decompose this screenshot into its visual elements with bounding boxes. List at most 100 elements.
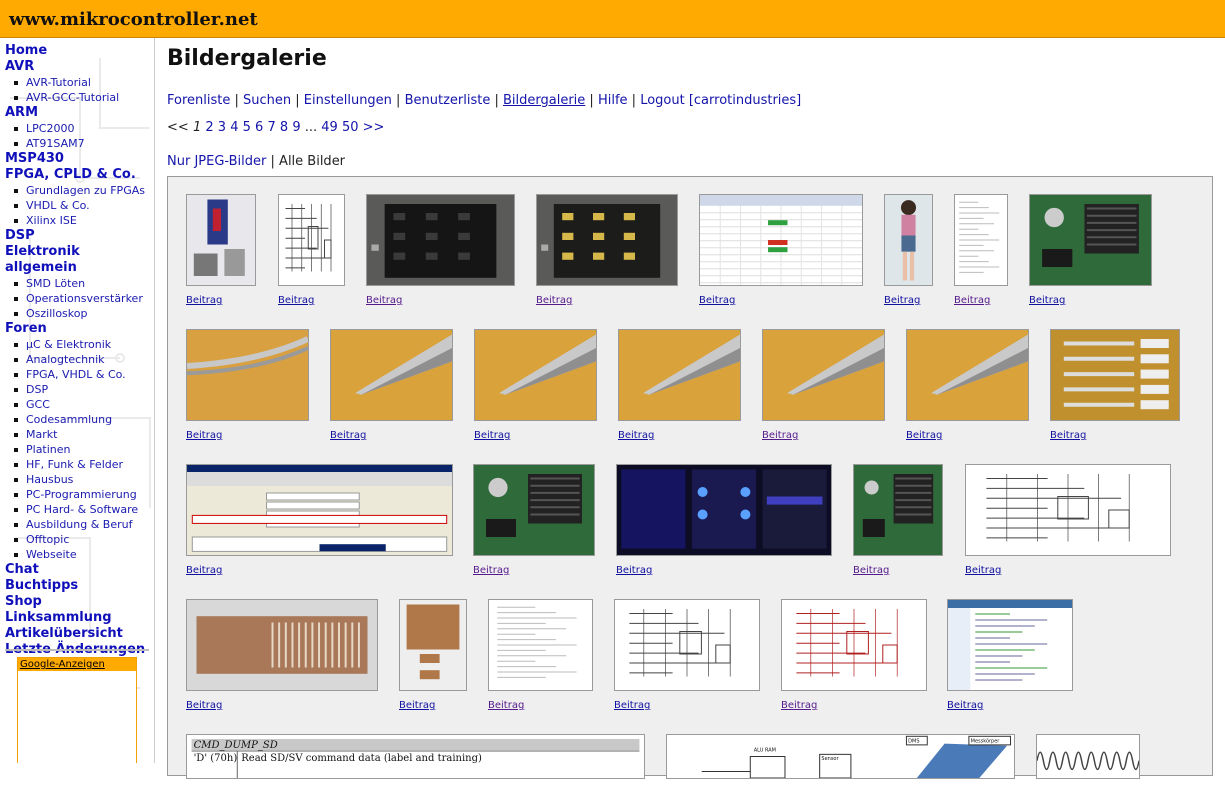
pager-page-link[interactable]: 7 <box>267 120 275 135</box>
gallery-thumbnail-tip[interactable] <box>762 329 885 421</box>
gallery-caption-link[interactable]: Beitrag <box>884 295 920 306</box>
nav-item-chat[interactable]: Chat <box>5 562 153 578</box>
gallery-caption-link[interactable]: Beitrag <box>954 295 990 306</box>
nav-subitem-xilinx-ise[interactable]: Xilinx ISE <box>5 213 153 228</box>
nav-item-msp430[interactable]: MSP430 <box>5 151 153 167</box>
nav-subitem-analogtechnik[interactable]: Analogtechnik <box>5 352 153 367</box>
gallery-thumbnail-board-green[interactable] <box>853 464 943 556</box>
gallery-thumbnail-board-green[interactable] <box>473 464 595 556</box>
nav-subitem-smd-löten[interactable]: SMD Löten <box>5 276 153 291</box>
pager-page-link[interactable]: 6 <box>255 120 263 135</box>
gallery-thumbnail-schematic[interactable] <box>278 194 345 286</box>
nav-item-fpga-cpld-co[interactable]: FPGA, CPLD & Co. <box>5 167 153 183</box>
nav-item-linksammlung[interactable]: Linksammlung <box>5 610 153 626</box>
gallery-thumbnail-photo-kit[interactable] <box>186 194 256 286</box>
nav-subitem-dsp[interactable]: DSP <box>5 382 153 397</box>
gallery-caption-link[interactable]: Beitrag <box>474 430 510 441</box>
gallery-thumbnail-tip[interactable] <box>474 329 597 421</box>
gallery-caption-link[interactable]: Beitrag <box>366 295 402 306</box>
gallery-caption-link[interactable]: Beitrag <box>473 565 509 576</box>
nav-subitem-vhdl-co[interactable]: VHDL & Co. <box>5 198 153 213</box>
nav-subitem-pc-programmierung[interactable]: PC-Programmierung <box>5 487 153 502</box>
pager-page-link[interactable]: 4 <box>230 120 238 135</box>
pager-page-link[interactable]: 5 <box>243 120 251 135</box>
gallery-thumbnail-pcb-copper[interactable] <box>399 599 467 691</box>
gallery-caption-link[interactable]: Beitrag <box>186 295 222 306</box>
forum-link-einstellungen[interactable]: Einstellungen <box>304 93 392 108</box>
gallery-thumbnail-tip[interactable] <box>906 329 1029 421</box>
pager-page-link[interactable]: 3 <box>218 120 226 135</box>
nav-subitem-at91sam7[interactable]: AT91SAM7 <box>5 136 153 151</box>
forum-link-logout-carrotindustries[interactable]: Logout [carrotindustries] <box>640 93 801 108</box>
nav-subitem-codesammlung[interactable]: Codesammlung <box>5 412 153 427</box>
gallery-thumbnail-waveform[interactable] <box>1036 734 1140 779</box>
site-title[interactable]: www.mikrocontroller.net <box>9 9 258 30</box>
gallery-caption-link[interactable]: Beitrag <box>762 430 798 441</box>
nav-item-home[interactable]: Home <box>5 43 153 59</box>
nav-subitem-hausbus[interactable]: Hausbus <box>5 472 153 487</box>
nav-subitem-markt[interactable]: Markt <box>5 427 153 442</box>
nav-item-arm[interactable]: ARM <box>5 105 153 121</box>
nav-item-dsp[interactable]: DSP <box>5 228 153 244</box>
gallery-thumbnail-schematic-wide[interactable] <box>965 464 1171 556</box>
pager-next[interactable]: >> <box>363 120 385 135</box>
gallery-caption-link[interactable]: Beitrag <box>278 295 314 306</box>
nav-item-foren[interactable]: Foren <box>5 321 153 337</box>
forum-link-forenliste[interactable]: Forenliste <box>167 93 230 108</box>
pager-page-link[interactable]: 2 <box>205 120 213 135</box>
gallery-thumbnail-document[interactable] <box>954 194 1008 286</box>
gallery-thumbnail-ide[interactable] <box>947 599 1073 691</box>
nav-subitem-fpga-vhdl-co[interactable]: FPGA, VHDL & Co. <box>5 367 153 382</box>
nav-subitem-offtopic[interactable]: Offtopic <box>5 532 153 547</box>
nav-subitem-lpc2000[interactable]: LPC2000 <box>5 121 153 136</box>
gallery-thumbnail-tip[interactable] <box>330 329 453 421</box>
gallery-thumbnail-block-diagram[interactable]: ALU RAM Sensor DMS Messkörper <box>666 734 1015 779</box>
gallery-thumbnail-tweezers[interactable] <box>1050 329 1180 421</box>
gallery-caption-link[interactable]: Beitrag <box>616 565 652 576</box>
gallery-caption-link[interactable]: Beitrag <box>186 700 222 711</box>
forum-link-benutzerliste[interactable]: Benutzerliste <box>405 93 491 108</box>
gallery-thumbnail-tip[interactable] <box>618 329 741 421</box>
nav-subitem-gcc[interactable]: GCC <box>5 397 153 412</box>
pager-prev[interactable]: << <box>167 120 189 135</box>
nav-item-artikelübersicht[interactable]: Artikelübersicht <box>5 626 153 642</box>
nav-subitem-webseite[interactable]: Webseite <box>5 547 153 562</box>
gallery-caption-link[interactable]: Beitrag <box>399 700 435 711</box>
google-ads-link[interactable]: Google-Anzeigen <box>18 658 136 671</box>
gallery-caption-link[interactable]: Beitrag <box>330 430 366 441</box>
gallery-caption-link[interactable]: Beitrag <box>186 565 222 576</box>
nav-subitem-hf-funk-felder[interactable]: HF, Funk & Felder <box>5 457 153 472</box>
gallery-caption-link[interactable]: Beitrag <box>618 430 654 441</box>
gallery-caption-link[interactable]: Beitrag <box>614 700 650 711</box>
gallery-thumbnail-pcb-dark[interactable] <box>366 194 515 286</box>
pager-page-link[interactable]: 8 <box>280 120 288 135</box>
gallery-caption-link[interactable]: Beitrag <box>488 700 524 711</box>
nav-item-avr[interactable]: AVR <box>5 59 153 75</box>
gallery-caption-link[interactable]: Beitrag <box>1050 430 1086 441</box>
gallery-caption-link[interactable]: Beitrag <box>781 700 817 711</box>
forum-link-bildergalerie[interactable]: Bildergalerie <box>503 93 585 108</box>
pager-page-link[interactable]: 50 <box>342 120 359 135</box>
nav-item-buchtipps[interactable]: Buchtipps <box>5 578 153 594</box>
gallery-thumbnail-window[interactable] <box>186 464 453 556</box>
gallery-caption-link[interactable]: Beitrag <box>186 430 222 441</box>
pager-page-link[interactable]: 9 <box>292 120 300 135</box>
nav-subitem-avr-gcc-tutorial[interactable]: AVR-GCC-Tutorial <box>5 90 153 105</box>
gallery-caption-link[interactable]: Beitrag <box>536 295 572 306</box>
forum-link-suchen[interactable]: Suchen <box>243 93 291 108</box>
nav-item-shop[interactable]: Shop <box>5 594 153 610</box>
gallery-thumbnail-cmd-table[interactable]: CMD_DUMP_SD 'D' (70h) Read SD/SV command d… <box>186 734 645 779</box>
nav-subitem-grundlagen-zu-fpgas[interactable]: Grundlagen zu FPGAs <box>5 183 153 198</box>
gallery-caption-link[interactable]: Beitrag <box>906 430 942 441</box>
pager-page-link[interactable]: 49 <box>321 120 338 135</box>
gallery-caption-link[interactable]: Beitrag <box>965 565 1001 576</box>
gallery-thumbnail-spreadsheet[interactable] <box>699 194 863 286</box>
nav-subitem-oszilloskop[interactable]: Oszilloskop <box>5 306 153 321</box>
gallery-thumbnail-connector[interactable] <box>186 599 378 691</box>
nav-item-elektronik-allgemein[interactable]: Elektronik allgemein <box>5 244 153 276</box>
nav-subitem-operationsverstärker[interactable]: Operationsverstärker <box>5 291 153 306</box>
nav-subitem-ausbildung-beruf[interactable]: Ausbildung & Beruf <box>5 517 153 532</box>
gallery-thumbnail-player[interactable] <box>616 464 832 556</box>
gallery-caption-link[interactable]: Beitrag <box>1029 295 1065 306</box>
forum-link-hilfe[interactable]: Hilfe <box>598 93 628 108</box>
